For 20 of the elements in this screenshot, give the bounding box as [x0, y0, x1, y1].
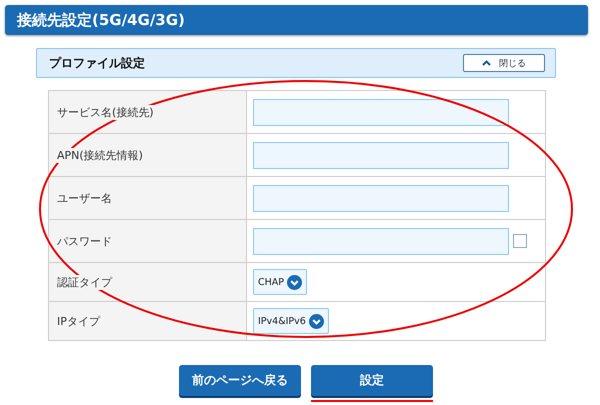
chevron-down-icon	[287, 274, 302, 290]
text-field[interactable]	[253, 98, 509, 126]
chevron-up-icon	[482, 60, 491, 66]
show-password-checkbox[interactable]	[513, 234, 527, 248]
password-field[interactable]	[253, 228, 509, 254]
back-button[interactable]: 前のページへ戻る	[179, 365, 301, 396]
field-label: 認証タイプ	[49, 263, 247, 301]
chevron-down-icon	[308, 314, 324, 328]
collapse-button[interactable]: 閉じる	[463, 54, 545, 72]
text-field[interactable]	[253, 184, 509, 212]
field-label: サービス名(接続先)	[49, 91, 247, 133]
field-label: パスワード	[49, 220, 247, 262]
dropdown[interactable]: IPv4&IPv6	[253, 308, 329, 334]
field-label: APN(接続先情報)	[49, 134, 247, 176]
page-title: 接続先設定(5G/4G/3G)	[5, 5, 588, 35]
dropdown[interactable]: CHAP	[253, 269, 308, 295]
field-label: ユーザー名	[49, 177, 247, 219]
field-label: IPタイプ	[49, 302, 247, 340]
text-field[interactable]	[253, 142, 509, 168]
section-title: プロファイル設定	[49, 54, 145, 72]
